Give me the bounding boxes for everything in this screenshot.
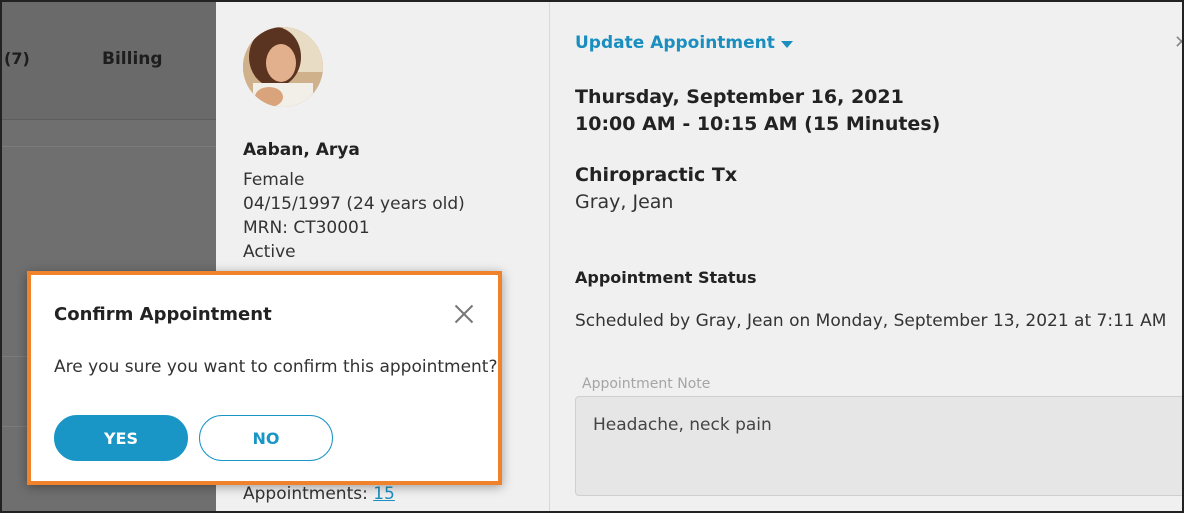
patient-name[interactable]: Aaban, Arya bbox=[243, 140, 360, 160]
patient-dob: 04/15/1997 (24 years old) bbox=[243, 194, 465, 214]
appointments-count-link[interactable]: 15 bbox=[373, 484, 395, 504]
appointment-status-text: Scheduled by Gray, Jean on Monday, Septe… bbox=[575, 311, 1167, 331]
appointment-time: 10:00 AM - 10:15 AM (15 Minutes) bbox=[575, 113, 941, 135]
appointments-label: Appointments: bbox=[243, 484, 374, 504]
update-appointment-label: Update Appointment bbox=[575, 33, 775, 53]
appointment-date: Thursday, September 16, 2021 bbox=[575, 86, 904, 108]
close-icon[interactable] bbox=[454, 304, 474, 324]
app-window: (7) Billing Aaban, Arya Female 04/15/199… bbox=[0, 0, 1184, 513]
patient-status: Active bbox=[243, 242, 296, 262]
appointment-type: Chiropractic Tx bbox=[575, 164, 738, 186]
dialog-message: Are you sure you want to confirm this ap… bbox=[54, 357, 498, 377]
patient-avatar bbox=[243, 27, 323, 107]
update-appointment-button[interactable]: Update Appointment bbox=[575, 33, 793, 53]
appointment-provider: Gray, Jean bbox=[575, 191, 674, 213]
billing-column-header[interactable]: Billing bbox=[102, 49, 163, 69]
patient-gender: Female bbox=[243, 170, 305, 190]
appointment-note-field[interactable]: Headache, neck pain bbox=[575, 396, 1182, 496]
confirm-appointment-dialog: Confirm Appointment Are you sure you wan… bbox=[27, 271, 502, 485]
background-count: (7) bbox=[4, 49, 30, 68]
no-button[interactable]: NO bbox=[199, 415, 333, 461]
appointment-status-heading: Appointment Status bbox=[575, 268, 757, 287]
row-divider bbox=[2, 146, 216, 147]
dialog-title: Confirm Appointment bbox=[54, 304, 272, 325]
panel-close-icon[interactable]: ✕ bbox=[1174, 32, 1182, 53]
patient-appointments: Appointments: 15 bbox=[243, 484, 395, 504]
caret-down-icon bbox=[780, 40, 793, 48]
yes-button[interactable]: YES bbox=[54, 415, 188, 461]
background-header: (7) Billing bbox=[2, 2, 216, 120]
appointment-note-label: Appointment Note bbox=[582, 376, 711, 392]
patient-mrn: MRN: CT30001 bbox=[243, 218, 370, 238]
panel-divider bbox=[549, 2, 550, 511]
